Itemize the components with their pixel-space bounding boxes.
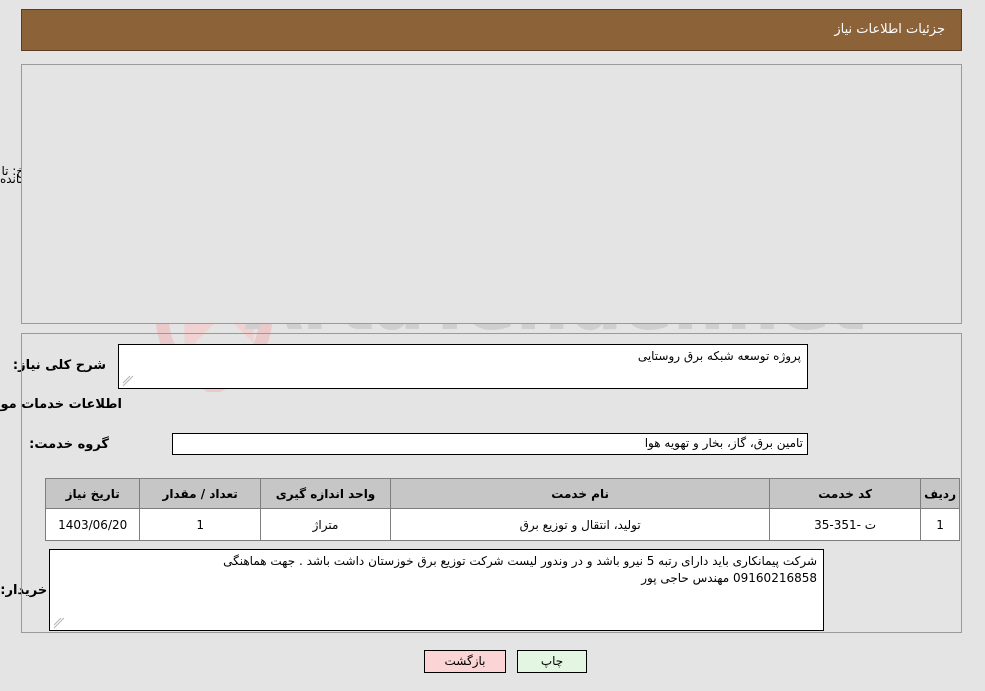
cell-row: 1 — [921, 508, 961, 541]
print-button[interactable]: چاپ — [518, 650, 588, 673]
col-row: ردیف — [921, 478, 961, 509]
table-header-row: ردیف کد خدمت نام خدمت واحد اندازه گیری ت… — [45, 478, 961, 509]
services-table: ردیف کد خدمت نام خدمت واحد اندازه گیری ت… — [45, 478, 961, 541]
col-date: تاریخ نیاز — [45, 478, 142, 509]
back-button[interactable]: بازگشت — [425, 650, 507, 673]
cell-code: ت -351-35 — [770, 508, 923, 541]
col-code: کد خدمت — [770, 478, 923, 509]
table-row[interactable]: 1 ت -351-35 تولید، انتقال و توزیع برق مت… — [45, 508, 961, 541]
need-info-panel — [22, 64, 963, 324]
cell-unit: متراژ — [260, 508, 393, 541]
page-header: جزئیات اطلاعات نیاز — [22, 9, 963, 51]
cell-qty: 1 — [140, 508, 262, 541]
col-unit: واحد اندازه گیری — [260, 478, 393, 509]
page-title: جزئیات اطلاعات نیاز — [835, 22, 946, 37]
cell-name: تولید، انتقال و توزیع برق — [391, 508, 772, 541]
col-name: نام خدمت — [391, 478, 772, 509]
col-qty: تعداد / مقدار — [140, 478, 262, 509]
cell-date: 1403/06/20 — [45, 508, 142, 541]
